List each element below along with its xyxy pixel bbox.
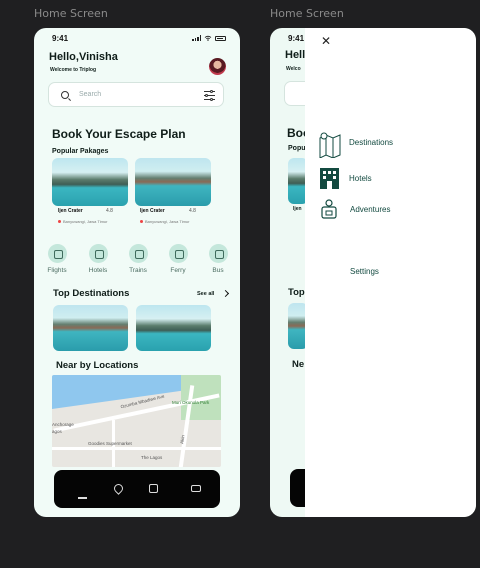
- signal-icon: [192, 35, 201, 41]
- home-screen: 9:41 Hello,Vinisha Welcome to Triplog Se…: [34, 28, 240, 517]
- package-location: Banyuwangi, Jawa Timur: [140, 219, 189, 224]
- package-rating: 4.8: [106, 208, 113, 214]
- map-label: agos: [52, 429, 62, 434]
- package-rating: 4.8: [189, 208, 196, 214]
- map-road: [52, 447, 221, 450]
- destination-image: [136, 305, 211, 351]
- package-name: Ijen Crater: [140, 208, 165, 214]
- greeting: Hell: [285, 49, 306, 61]
- train-icon: [128, 244, 148, 263]
- category-ferry[interactable]: Ferry: [166, 244, 190, 274]
- frame-label: Home Screen: [34, 7, 108, 20]
- category-label: Trains: [129, 267, 147, 274]
- top-destinations-title: Top Destinations: [53, 288, 130, 299]
- package-image: [135, 158, 211, 206]
- frame-label: Home Screen: [270, 7, 344, 20]
- welcome-text: Welcome to Triplog: [50, 67, 97, 73]
- hotel-icon: [88, 244, 108, 263]
- welcome-text: Welco: [286, 66, 301, 72]
- hiker-icon: [320, 199, 340, 219]
- map-label: Anchorage: [52, 422, 74, 427]
- menu-item-destinations[interactable]: Destinations: [319, 132, 394, 159]
- bus-icon: [208, 244, 228, 263]
- map-icon: [319, 132, 341, 159]
- location-icon[interactable]: [112, 482, 125, 495]
- filter-icon[interactable]: [204, 89, 215, 101]
- hotel-building-icon: [319, 168, 339, 189]
- package-location: Banyuwangi, Jawa Timur: [58, 219, 107, 224]
- popular-title: Popular Pakages: [52, 148, 109, 155]
- destination-image: [53, 305, 128, 351]
- menu-screen: 9:41 Hell Welco Boo Popu Ijen Top Ne ✕ D…: [270, 28, 476, 517]
- package-name: Ijen: [293, 206, 302, 212]
- status-icons: [192, 35, 226, 41]
- side-menu: ✕ Destinations Hotels Adventures Setting…: [305, 28, 476, 517]
- category-label: Bus: [212, 267, 224, 274]
- search-bar[interactable]: Search: [48, 82, 224, 107]
- map-label: Muri Okunola Park: [172, 400, 210, 405]
- category-label: Ferry: [170, 267, 186, 274]
- top-destinations-title: Top: [288, 287, 305, 298]
- status-time: 9:41: [288, 34, 305, 43]
- destination-card[interactable]: [136, 305, 211, 351]
- battery-icon: [215, 35, 226, 41]
- category-label: Flights: [47, 267, 67, 274]
- destination-card[interactable]: [53, 305, 128, 351]
- map-label: The Lagos: [141, 455, 163, 460]
- package-card[interactable]: [52, 158, 128, 206]
- package-card[interactable]: [135, 158, 211, 206]
- plane-icon: [47, 244, 67, 263]
- nearby-title: Near by Locations: [56, 360, 139, 371]
- home-icon[interactable]: [78, 497, 87, 499]
- category-bus[interactable]: Bus: [206, 244, 230, 274]
- menu-item-label: Hotels: [349, 173, 372, 183]
- menu-item-label: Destinations: [349, 137, 394, 147]
- close-icon[interactable]: ✕: [321, 34, 331, 48]
- menu-item-adventures[interactable]: Adventures: [320, 199, 390, 219]
- greeting: Hello,Vinisha: [49, 51, 118, 63]
- menu-item-label: Adventures: [350, 204, 391, 214]
- ferry-icon: [168, 244, 188, 263]
- search-placeholder: Search: [79, 91, 102, 98]
- status-time: 9:41: [52, 34, 69, 43]
- map-label: Goodies Supermarket: [88, 441, 132, 446]
- see-all-link[interactable]: See all: [197, 291, 214, 297]
- settings-link[interactable]: Settings: [350, 267, 379, 276]
- ticket-icon[interactable]: [191, 485, 201, 492]
- bottom-nav: [54, 470, 220, 508]
- category-trains[interactable]: Trains: [126, 244, 150, 274]
- avatar[interactable]: [209, 58, 226, 75]
- buildings-icon[interactable]: [149, 484, 158, 493]
- wifi-icon: [204, 35, 212, 41]
- headline: Book Your Escape Plan: [52, 127, 186, 141]
- popular-title: Popu: [288, 145, 306, 152]
- category-flights[interactable]: Flights: [45, 244, 69, 274]
- menu-item-hotels[interactable]: Hotels: [319, 168, 372, 189]
- category-hotels[interactable]: Hotels: [86, 244, 110, 274]
- search-icon: [61, 91, 69, 99]
- package-image: [52, 158, 128, 206]
- nearby-map[interactable]: Ozumba Mbadiwe Ave Muri Okunola Park Anc…: [52, 375, 221, 467]
- nearby-title: Ne: [292, 359, 305, 370]
- chevron-right-icon[interactable]: [221, 289, 230, 298]
- category-label: Hotels: [88, 267, 108, 274]
- package-name: Ijen Crater: [58, 208, 83, 214]
